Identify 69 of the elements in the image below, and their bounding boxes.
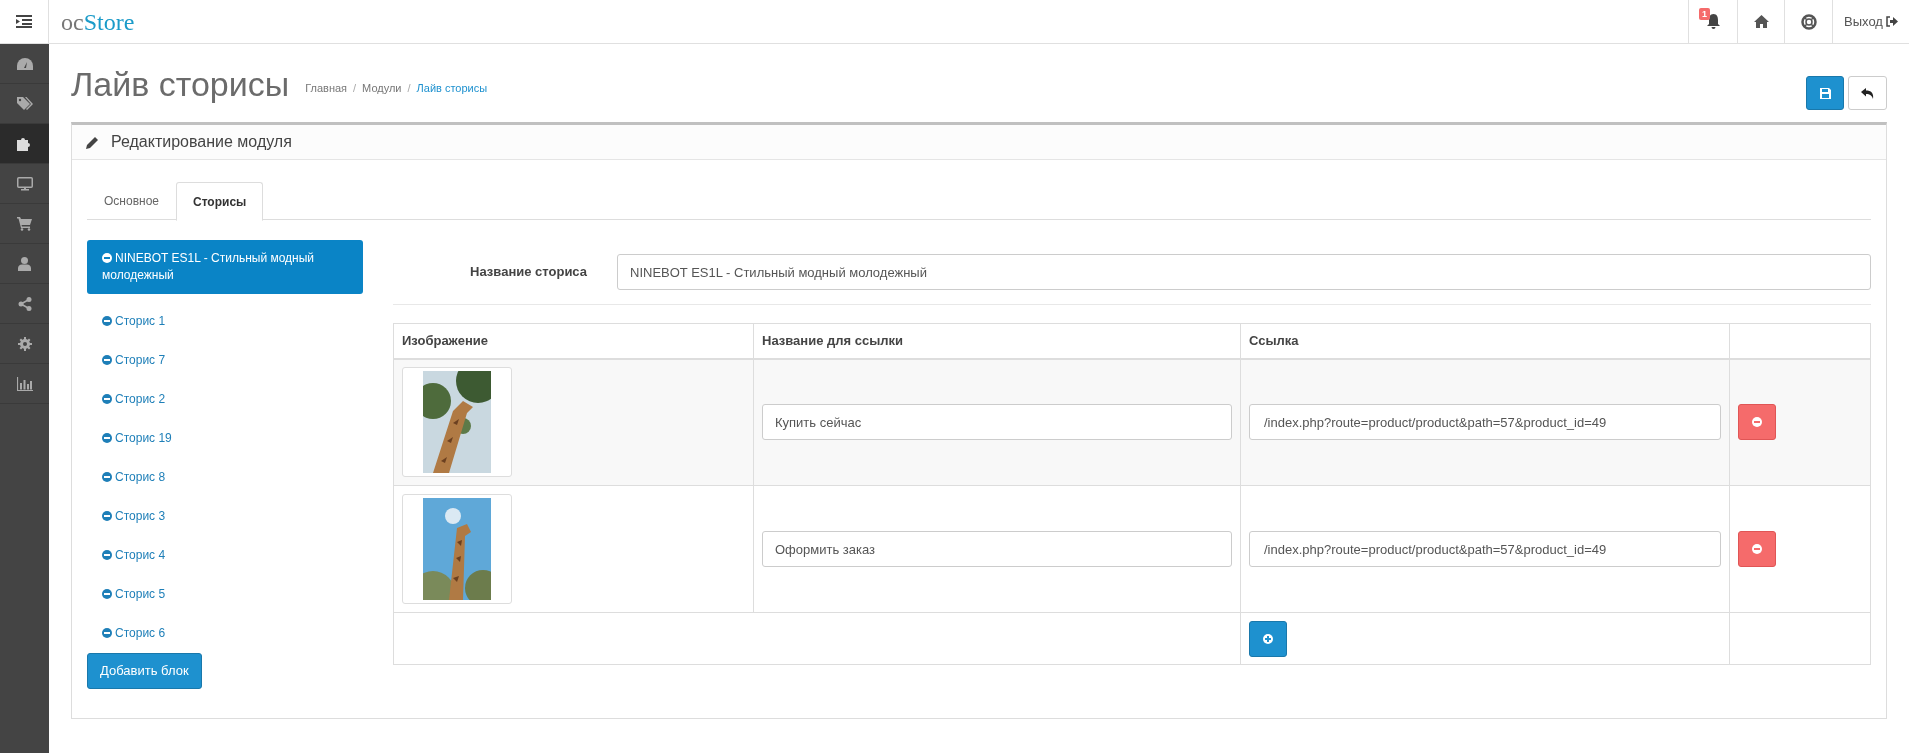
link-name-field[interactable]: Купить сейчас <box>762 404 1232 441</box>
minus-circle-icon <box>102 628 112 638</box>
remove-button[interactable] <box>1738 404 1776 441</box>
bell-icon[interactable] <box>1705 13 1721 30</box>
menu-icon[interactable] <box>16 15 32 28</box>
story-tab[interactable]: NINEBOT ES1L - Стильный модный молодежный <box>87 240 363 294</box>
story-tab[interactable]: Сторис 6 <box>87 614 363 653</box>
cart-icon <box>17 216 32 231</box>
sign-out-icon <box>1885 16 1898 27</box>
tab[interactable]: Основное <box>87 182 176 220</box>
save-button[interactable] <box>1806 76 1844 110</box>
link-url-field[interactable]: /index.php?route=product/product&path=57&product_id=49 <box>1249 531 1721 567</box>
breadcrumb-link[interactable]: Модули <box>362 79 402 97</box>
add-block-button[interactable]: Добавить блок <box>87 653 202 689</box>
story-tab[interactable]: Сторис 5 <box>87 575 363 614</box>
minus-circle-icon <box>102 433 112 443</box>
home-icon[interactable] <box>1753 15 1769 28</box>
back-button[interactable] <box>1848 76 1887 110</box>
tags-icon <box>16 96 33 111</box>
link-name-field[interactable]: Оформить заказ <box>762 531 1232 567</box>
remove-button[interactable] <box>1738 531 1776 567</box>
monitor-icon <box>16 176 33 191</box>
plus-circle-icon <box>1263 633 1273 644</box>
breadcrumb-link[interactable]: Главная <box>305 79 348 97</box>
notification-badge: 1 <box>1699 8 1710 20</box>
minus-circle-icon <box>102 253 112 263</box>
story-tab[interactable]: Сторис 4 <box>87 536 363 575</box>
settings-icon <box>17 336 32 351</box>
story-tab[interactable]: Сторис 19 <box>87 419 363 458</box>
minus-circle-icon <box>102 550 112 560</box>
user-icon <box>18 256 31 271</box>
share-icon <box>17 296 32 311</box>
page-title: Лайв сторисы <box>71 63 290 105</box>
minus-circle-icon <box>102 394 112 404</box>
minus-circle-icon <box>102 589 112 599</box>
bar-chart-icon <box>16 376 33 391</box>
story-tab[interactable]: Сторис 2 <box>87 380 363 419</box>
story-tab[interactable]: Сторис 7 <box>87 341 363 380</box>
add-row-button[interactable] <box>1249 620 1287 657</box>
logout-link[interactable]: Выход <box>1832 0 1909 43</box>
minus-circle-icon <box>102 355 112 365</box>
column-header: Изображение <box>393 323 754 359</box>
minus-circle-icon <box>102 511 112 521</box>
column-header: Название для ссылки <box>753 323 1241 359</box>
tab[interactable]: Сторисы <box>176 182 264 221</box>
minus-circle-icon <box>102 472 112 482</box>
story-tab[interactable]: Сторис 3 <box>87 497 363 536</box>
image-thumbnail[interactable] <box>402 494 512 604</box>
image-thumbnail[interactable] <box>402 367 512 478</box>
story-tab[interactable]: Сторис 8 <box>87 458 363 497</box>
column-header: Ссылка <box>1240 323 1730 359</box>
dashboard-icon <box>16 57 33 70</box>
minus-circle-icon <box>1752 544 1762 554</box>
logo[interactable]: ocStore <box>61 9 135 34</box>
minus-circle-icon <box>1752 417 1762 428</box>
story-name-field[interactable]: NINEBOT ES1L - Стильный модный молодежный <box>617 254 1871 290</box>
sidebar-item[interactable] <box>0 124 49 164</box>
link-url-field[interactable]: /index.php?route=product/product&path=57&product_id=49 <box>1249 404 1721 441</box>
field-label: Название сториса <box>469 263 588 282</box>
breadcrumb-link[interactable]: Лайв сторисы <box>416 79 488 97</box>
lifebuoy-icon[interactable] <box>1800 13 1817 30</box>
minus-circle-icon <box>102 316 112 326</box>
reply-arrow-icon <box>1861 87 1874 99</box>
pencil-icon <box>86 135 99 149</box>
story-tab[interactable]: Сторис 1 <box>87 302 363 341</box>
panel-title: Редактирование модуля <box>111 132 292 152</box>
puzzle-icon <box>17 136 32 151</box>
breadcrumb-separator: / <box>353 80 357 96</box>
breadcrumb-separator: / <box>407 80 411 96</box>
